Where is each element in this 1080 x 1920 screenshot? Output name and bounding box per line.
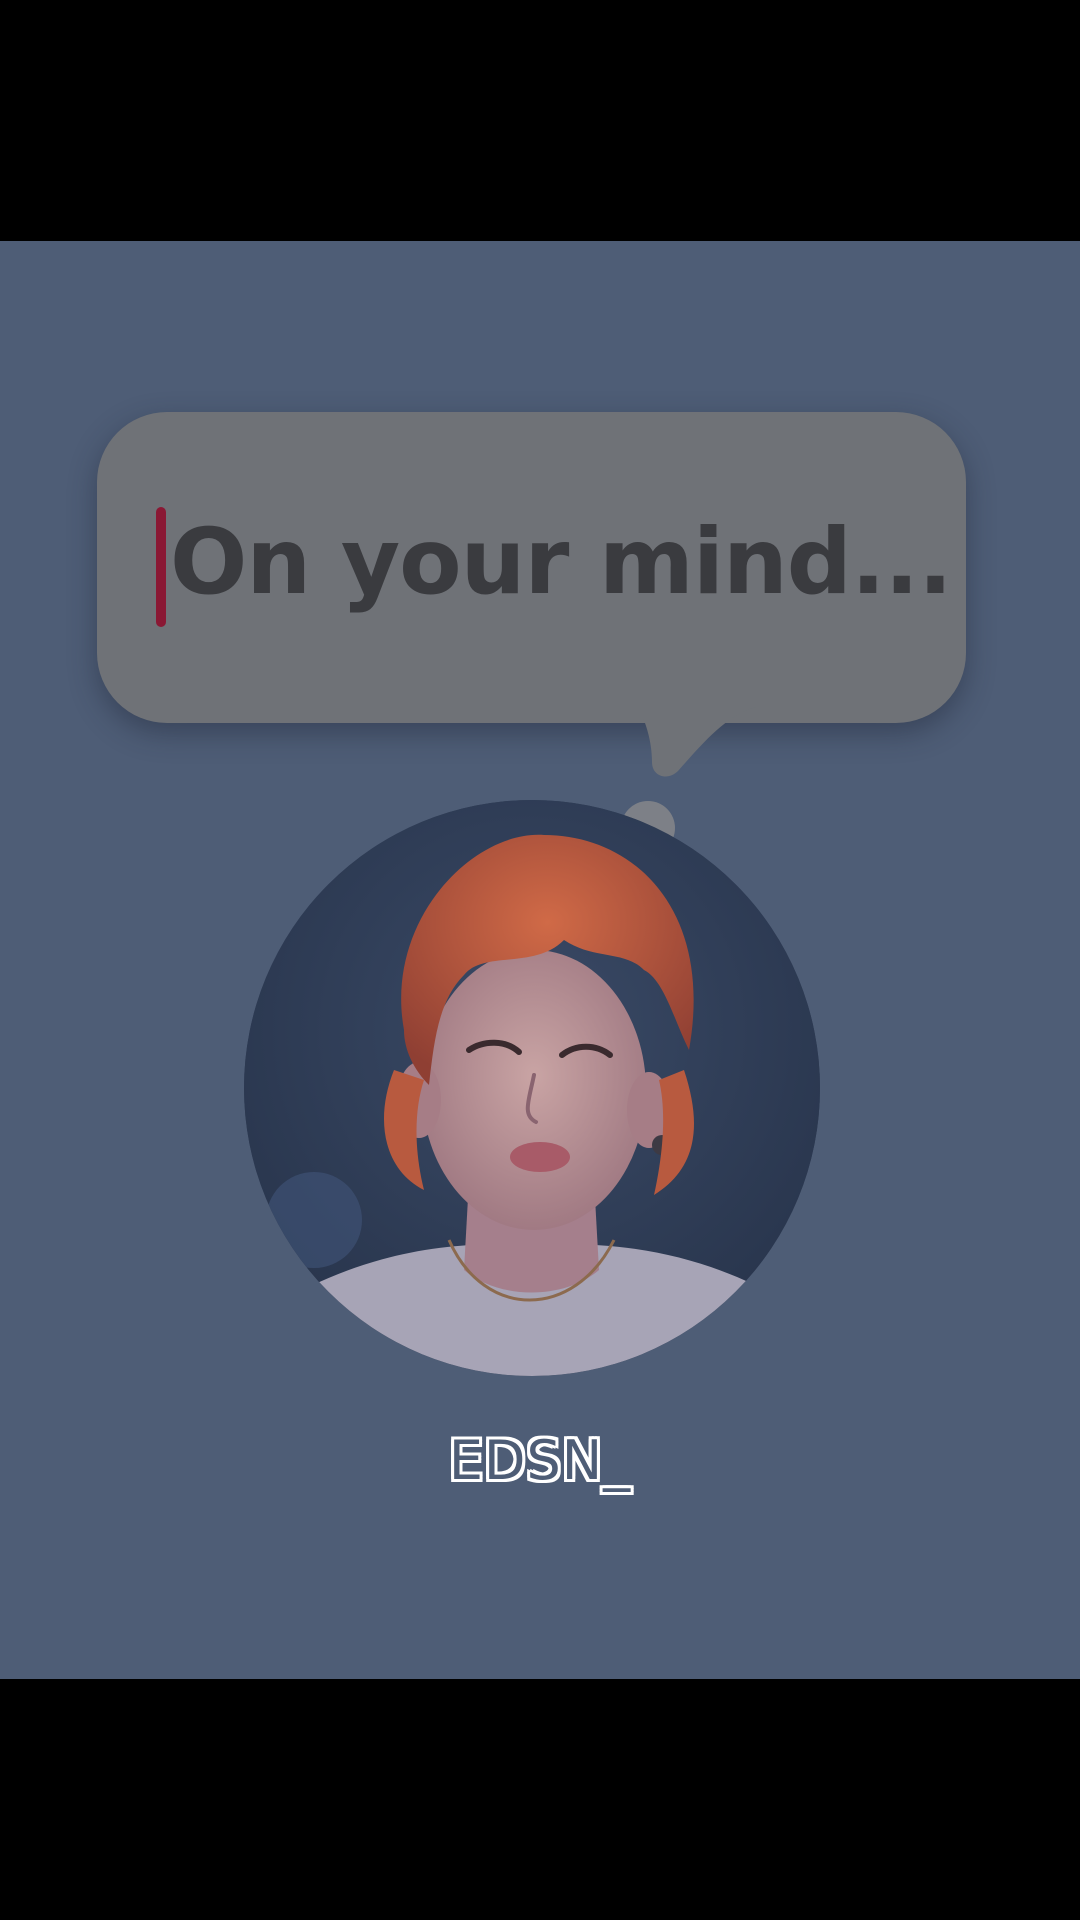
profile-photo-icon [244,800,820,1376]
letterbox-bottom [0,1679,1080,1920]
avatar[interactable] [244,800,820,1376]
video-frame: On your mind... EDSN_ [0,0,1080,1920]
thought-bubble-tail [638,707,756,777]
username-label: EDSN_ [448,1429,632,1492]
note-stage: On your mind... EDSN_ [0,241,1080,1679]
letterbox-top [0,0,1080,241]
text-cursor [156,507,166,627]
note-prompt-text[interactable]: On your mind... [170,503,953,623]
